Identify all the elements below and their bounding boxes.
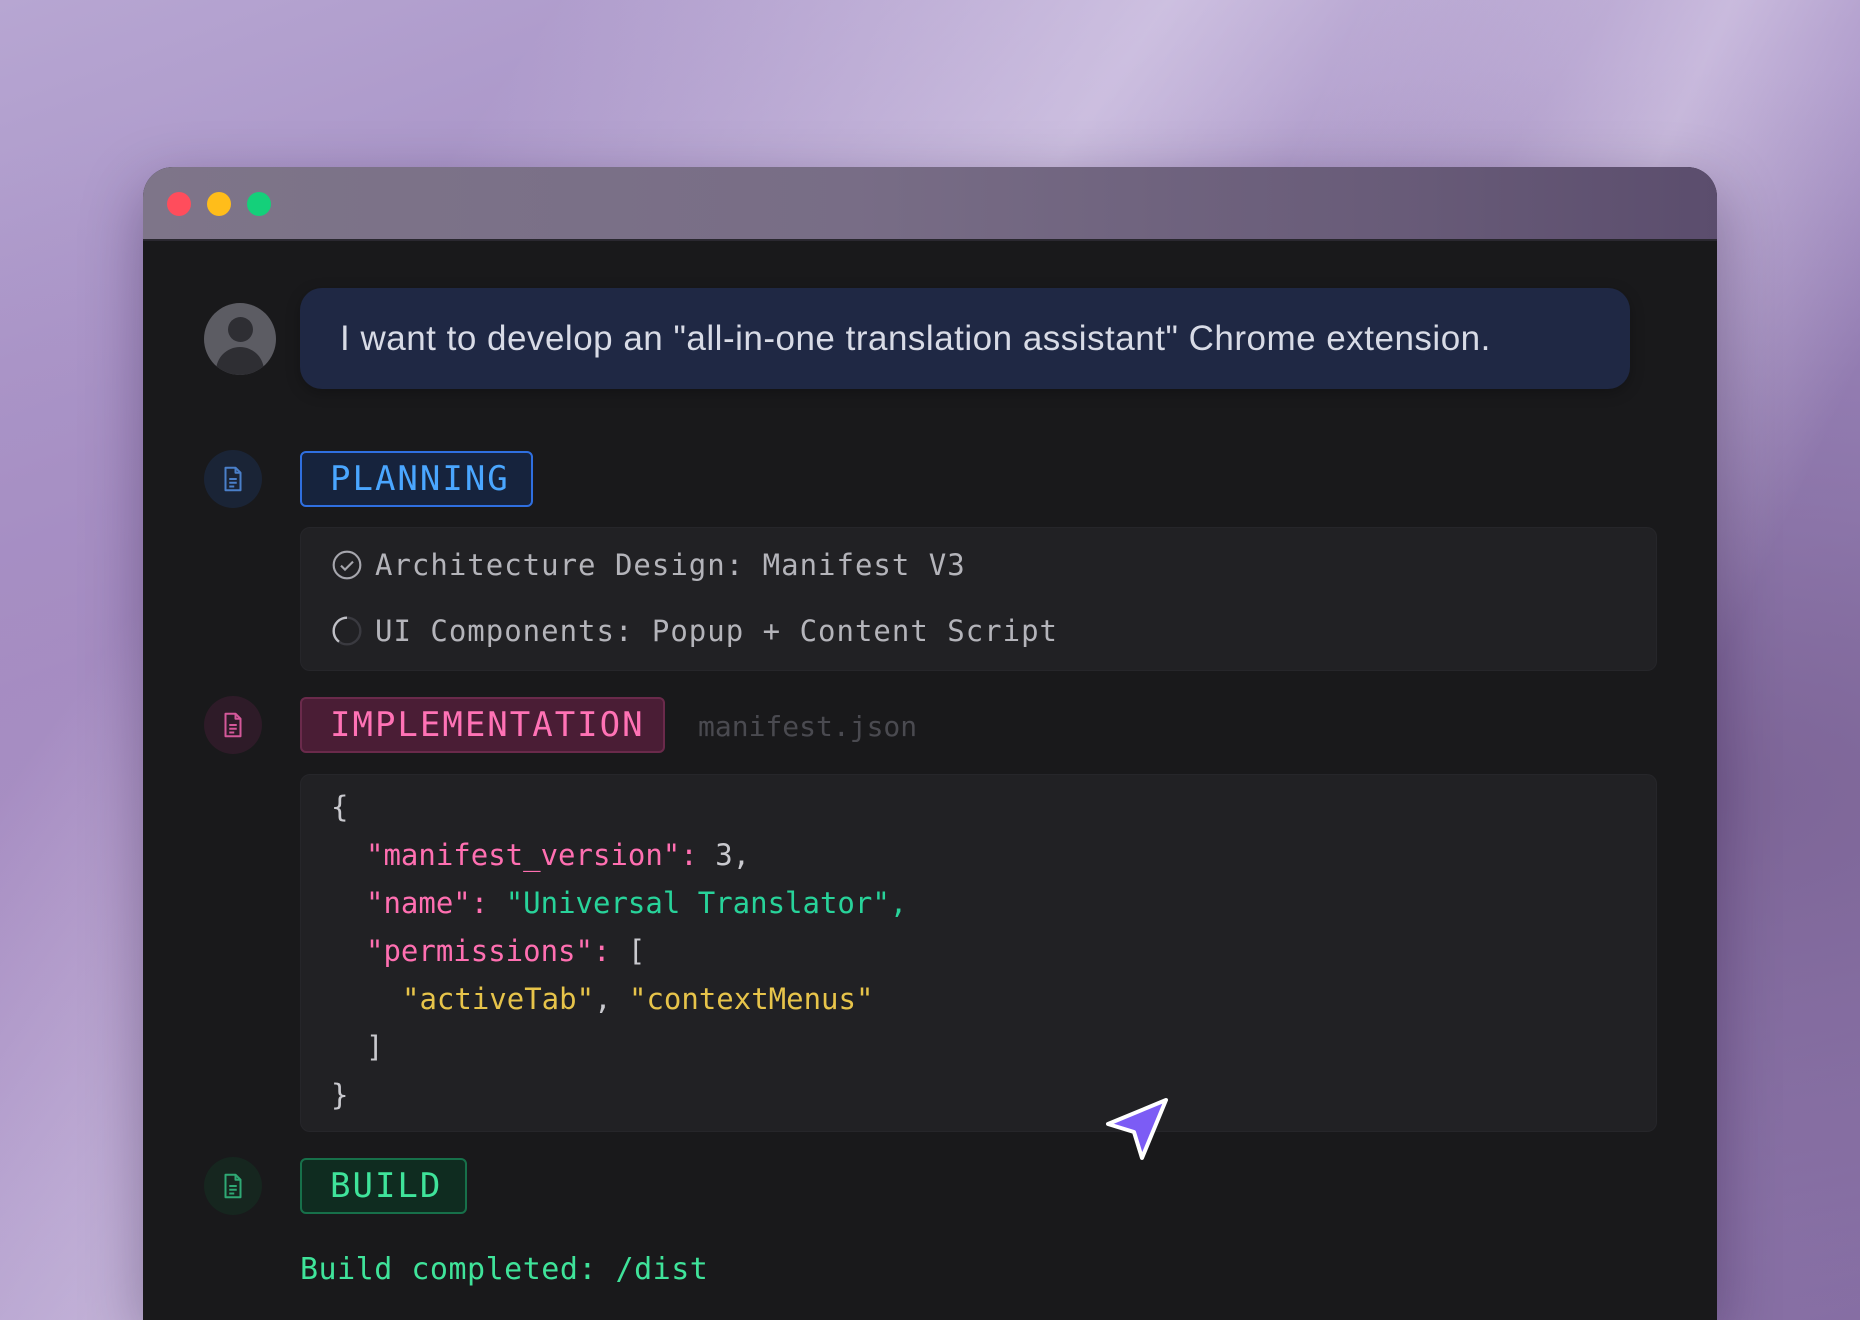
code-line: "name": "Universal Translator", [366, 886, 908, 920]
app-window: I want to develop an "all-in-one transla… [143, 167, 1717, 1320]
code-line: ] [366, 1030, 384, 1064]
planning-list: Architecture Design: Manifest V3 UI Comp… [300, 527, 1657, 671]
maximize-window-button[interactable] [247, 192, 271, 216]
title-bar [143, 167, 1717, 241]
code-line: { [331, 790, 349, 824]
planning-document-icon [204, 450, 262, 508]
code-line: "permissions": [ [366, 934, 646, 968]
code-line: "activeTab", "contextMenus" [402, 982, 874, 1016]
user-message-bubble: I want to develop an "all-in-one transla… [300, 288, 1630, 389]
build-tag-label: BUILD [330, 1166, 443, 1206]
code-line: } [331, 1078, 349, 1112]
loading-spinner-icon [332, 616, 362, 646]
close-window-button[interactable] [167, 192, 191, 216]
user-avatar-icon [204, 303, 276, 375]
title-bar-divider [143, 239, 1717, 241]
build-document-icon [204, 1157, 262, 1215]
planning-item-label: UI Components: Popup + Content Script [375, 614, 1059, 648]
pointer-cursor-icon [1106, 1098, 1168, 1160]
planning-item-ui-components: UI Components: Popup + Content Script [331, 614, 1058, 648]
planning-item-architecture: Architecture Design: Manifest V3 [331, 548, 966, 582]
implementation-document-icon [204, 696, 262, 754]
check-circle-icon [332, 550, 362, 580]
code-filename: manifest.json [698, 710, 918, 743]
build-tag: BUILD [300, 1158, 467, 1214]
planning-tag: PLANNING [300, 451, 533, 507]
code-line: "manifest_version": 3, [366, 838, 751, 872]
implementation-tag-label: IMPLEMENTATION [330, 705, 645, 745]
user-message-text: I want to develop an "all-in-one transla… [340, 318, 1491, 358]
code-block: { "manifest_version": 3, "name": "Univer… [300, 774, 1657, 1132]
planning-item-label: Architecture Design: Manifest V3 [375, 548, 966, 582]
planning-tag-label: PLANNING [330, 459, 510, 499]
minimize-window-button[interactable] [207, 192, 231, 216]
build-status-message: Build completed: /dist [300, 1252, 709, 1287]
implementation-tag: IMPLEMENTATION [300, 697, 665, 753]
